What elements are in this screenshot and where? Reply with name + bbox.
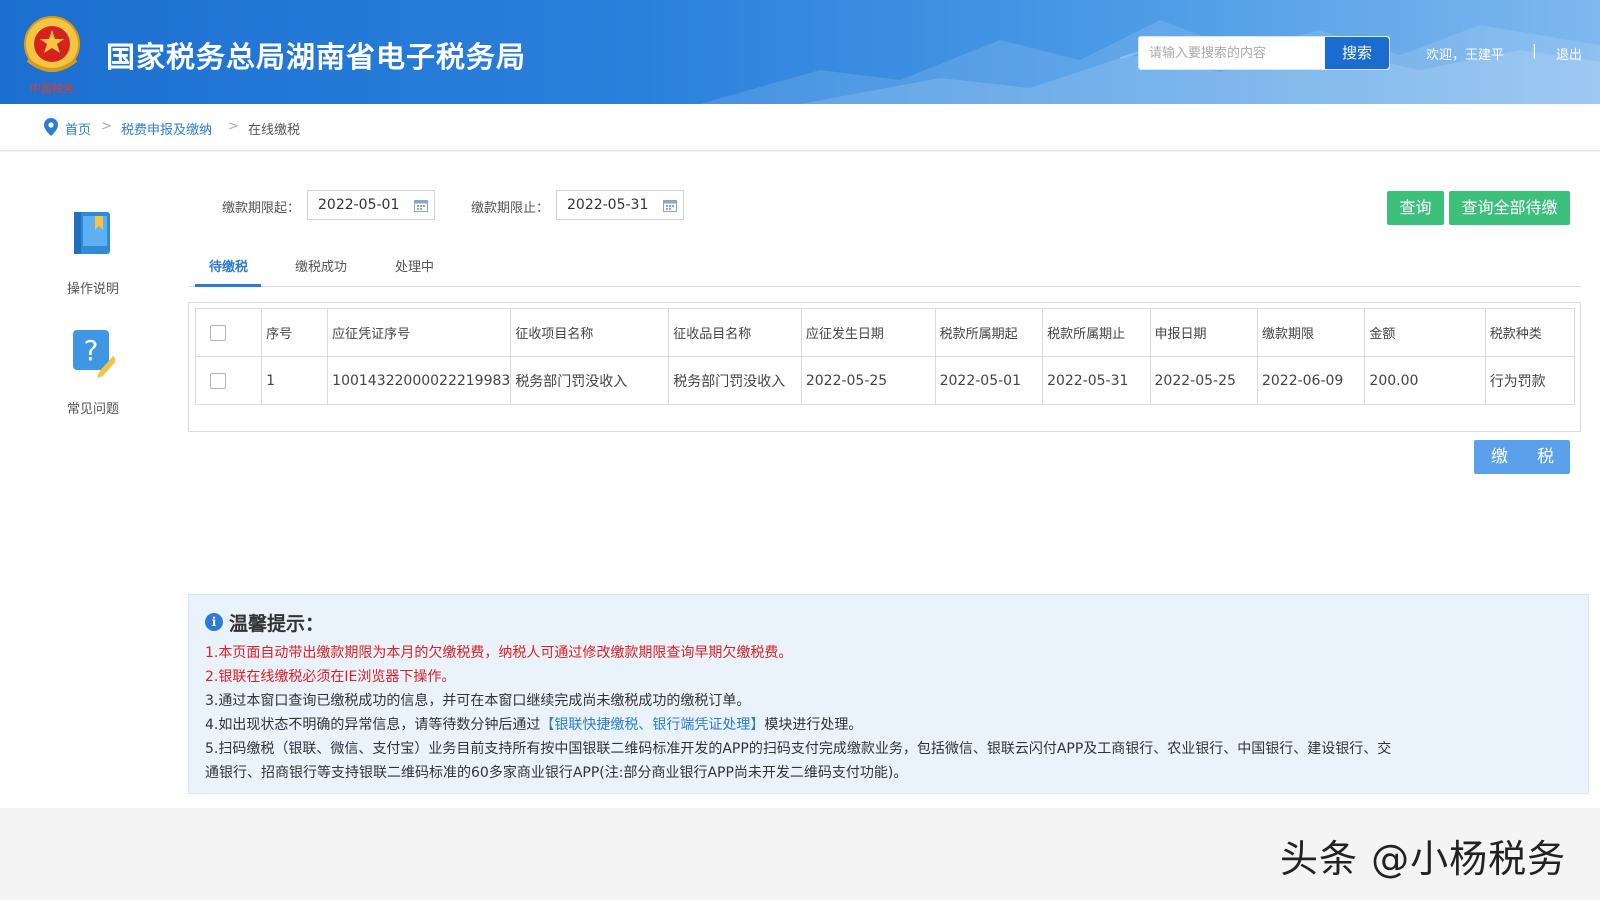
location-pin-icon [44, 118, 58, 136]
table-cell: 2022-05-25 [1149, 356, 1258, 405]
table-header-row: 序号 应征凭证序号 征收项目名称 征收品目名称 应征发生日期 税款所属期起 税款… [194, 308, 1576, 357]
column-header: 应征发生日期 [800, 308, 936, 357]
column-header: 税款所属期起 [934, 308, 1044, 357]
book-icon [74, 212, 110, 254]
select-all-cell [194, 308, 263, 357]
search-input[interactable] [1139, 37, 1325, 69]
column-header: 序号 [261, 308, 329, 357]
breadcrumb-current: 在线缴税 [248, 123, 301, 138]
row-select-cell [194, 356, 263, 405]
tip-line-4: 4.如出现状态不明确的异常信息，请等待数分钟后通过【银联快捷缴税、银行端凭证处理… [205, 713, 1575, 737]
tip-line-4-text: 4.如出现状态不明确的异常信息，请等待数分钟后通过 [205, 717, 541, 733]
header-separator: | [1532, 43, 1537, 59]
column-header: 税款所属期止 [1042, 308, 1151, 357]
logout-link[interactable]: 退出 [1556, 44, 1582, 63]
tips-panel: i 温馨提示： 1.本页面自动带出缴款期限为本月的欠缴税费，纳税人可通过修改缴款… [188, 594, 1589, 794]
table-cell: 税务部门罚没收入 [510, 356, 670, 405]
tax-table-frame: 序号 应征凭证序号 征收项目名称 征收品目名称 应征发生日期 税款所属期起 税款… [188, 302, 1581, 432]
sidebar-item-label: 操作说明 [66, 282, 119, 297]
question-edit-icon: ? [73, 330, 117, 378]
column-header: 缴款期限 [1256, 308, 1366, 357]
select-all-checkbox[interactable] [210, 324, 226, 341]
table-cell: 2022-06-09 [1256, 356, 1366, 405]
search-button[interactable]: 搜索 [1325, 37, 1389, 69]
breadcrumb-tax-declaration[interactable]: 税费申报及缴纳 [121, 119, 212, 138]
start-date-field[interactable]: 2022-05-01 [307, 190, 435, 220]
breadcrumb-separator: > [101, 119, 112, 134]
breadcrumb: 首页 > 税费申报及缴纳 > 在线缴税 [0, 104, 1600, 151]
pay-button-char: 税 [1537, 447, 1554, 467]
end-date-field[interactable]: 2022-05-31 [556, 190, 684, 220]
sidebar-item-label: 常见问题 [66, 402, 119, 417]
column-header: 征收项目名称 [510, 308, 670, 357]
table-cell: 2022-05-31 [1042, 356, 1151, 405]
tip-line-5-cont: 通银行、招商银行等支持银联二维码标准的60多家商业银行APP(注:部分商业银行A… [205, 765, 908, 781]
breadcrumb-home[interactable]: 首页 [65, 119, 91, 138]
site-title: 国家税务总局湖南省电子税务局 [106, 40, 527, 74]
column-header: 申报日期 [1149, 308, 1258, 357]
tip-line-5: 5.扫码缴税（银联、微信、支付宝）业务目前支持所有按中国银联二维码标准开发的AP… [205, 741, 1392, 757]
unionpay-quick-pay-link[interactable]: 【银联快捷缴税、银行端凭证处理】 [540, 717, 764, 733]
sidebar-item-instructions[interactable]: 操作说明 [50, 208, 136, 297]
breadcrumb-separator: > [228, 119, 239, 134]
calendar-icon[interactable] [663, 199, 677, 212]
tabs-divider [188, 286, 1581, 287]
tip-line-4-text: 模块进行处理。 [764, 717, 863, 733]
search-box: 搜索 [1138, 36, 1390, 70]
tips-title: 温馨提示： [229, 613, 325, 635]
tip-line-1: 1.本页面自动带出缴款期限为本月的欠缴税费，纳税人可通过修改缴款期限查询早期欠缴… [205, 645, 793, 661]
column-header: 税款种类 [1484, 308, 1576, 357]
tab-processing[interactable]: 处理中 [395, 256, 434, 275]
tip-line-3: 3.通过本窗口查询已缴税成功的信息，并可在本窗口继续完成尚未缴税成功的缴税订单。 [205, 693, 751, 709]
row-checkbox[interactable] [210, 372, 226, 389]
table-cell: 1 [261, 356, 329, 405]
start-date-value: 2022-05-01 [318, 197, 400, 213]
pay-button-char: 缴 [1491, 447, 1508, 467]
table-row[interactable]: 1 10014322000022219983 税务部门罚没收入 税务部门罚没收入… [194, 356, 1576, 405]
tip-line-2: 2.银联在线缴税必须在IE浏览器下操作。 [205, 669, 456, 685]
watermark: 头条 @小杨税务 [1280, 837, 1567, 881]
query-all-pending-button[interactable]: 查询全部待缴 [1449, 191, 1570, 225]
top-banner: 中国税务 国家税务总局湖南省电子税务局 搜索 欢迎，王建平 | 退出 [0, 0, 1600, 104]
welcome-user: 欢迎，王建平 [1426, 48, 1505, 63]
table-cell: 10014322000022219983 [327, 356, 512, 405]
svg-text:?: ? [84, 334, 99, 367]
column-header: 征收品目名称 [668, 308, 802, 357]
query-button[interactable]: 查询 [1387, 191, 1444, 225]
info-icon: i [205, 613, 223, 631]
column-header: 应征凭证序号 [327, 308, 512, 357]
table-cell: 行为罚款 [1484, 356, 1576, 405]
end-date-label: 缴款期限止： [471, 201, 550, 216]
sidebar-item-faq[interactable]: ? 常见问题 [50, 328, 136, 417]
table-cell: 2022-05-01 [934, 356, 1044, 405]
svg-text:中国税务: 中国税务 [30, 81, 74, 95]
table-cell: 税务部门罚没收入 [668, 356, 802, 405]
tab-pending[interactable]: 待缴税 [209, 256, 248, 275]
end-date-value: 2022-05-31 [567, 197, 649, 213]
column-header: 金额 [1364, 308, 1486, 357]
tax-emblem-logo: 中国税务 [24, 16, 80, 95]
start-date-label: 缴款期限起： [222, 201, 301, 216]
table-cell: 2022-05-25 [800, 356, 936, 405]
tab-paid-success[interactable]: 缴税成功 [295, 256, 347, 275]
tax-table: 序号 应征凭证序号 征收项目名称 征收品目名称 应征发生日期 税款所属期起 税款… [194, 308, 1576, 405]
pay-tax-button[interactable]: 缴 税 [1474, 440, 1570, 474]
calendar-icon[interactable] [414, 199, 428, 212]
table-cell: 200.00 [1364, 356, 1486, 405]
active-tab-indicator [195, 284, 261, 287]
